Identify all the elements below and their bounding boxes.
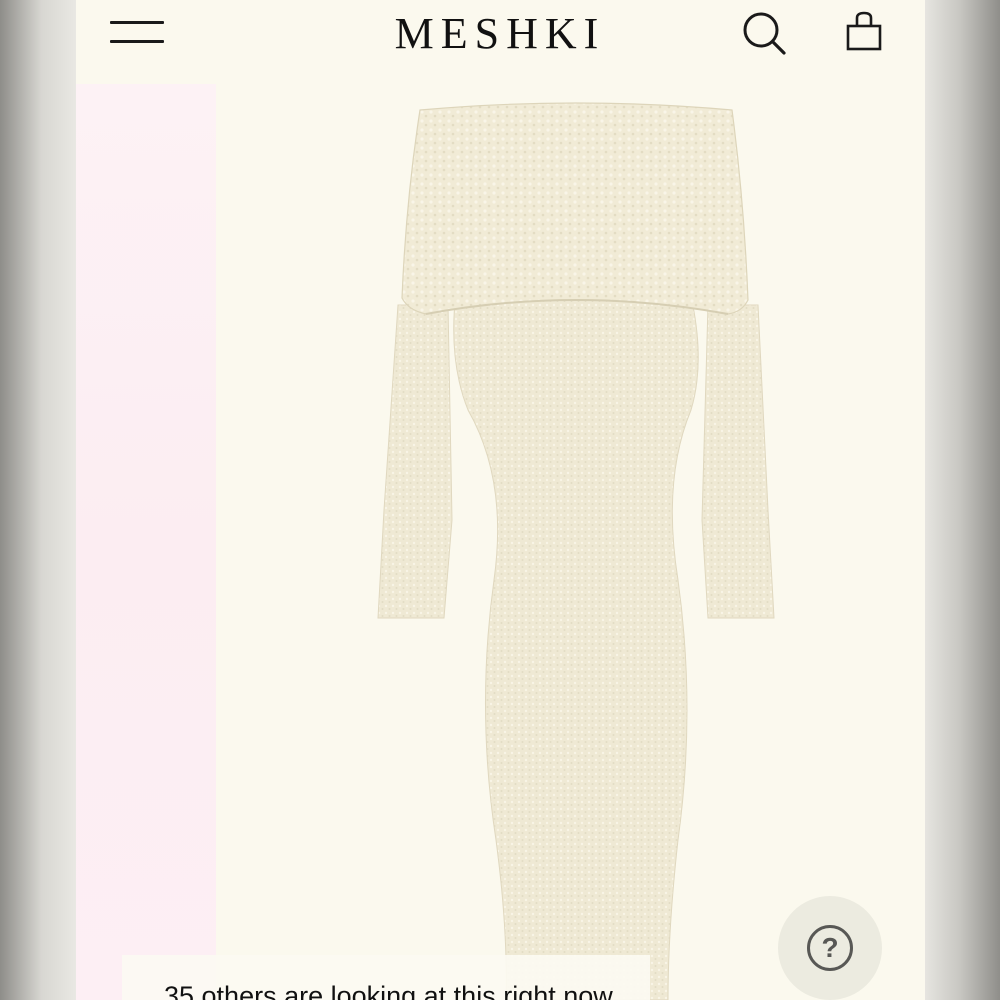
shopping-bag-icon (846, 11, 882, 51)
viewers-notice-text: 35 others are looking at this right now (164, 981, 613, 1000)
site-header: MESHKI (76, 0, 925, 84)
hamburger-menu-icon (110, 40, 164, 43)
shopping-bag-button[interactable] (839, 8, 889, 58)
menu-button[interactable] (110, 20, 164, 46)
product-image[interactable] (356, 100, 796, 1000)
mobile-page: MESHKI 35 others are looking at this rig… (76, 0, 925, 1000)
right-background-blur (925, 0, 1000, 1000)
hamburger-menu-icon (110, 21, 164, 24)
brand-logo[interactable]: MESHKI (300, 6, 700, 62)
viewers-notice: 35 others are looking at this right now (122, 955, 650, 1000)
help-button[interactable]: ? (778, 896, 882, 1000)
search-icon (743, 12, 786, 55)
search-button[interactable] (739, 8, 789, 58)
adjacent-product-image-edge (76, 84, 216, 1000)
left-background-blur (0, 0, 76, 1000)
question-mark-icon: ? (807, 925, 853, 971)
